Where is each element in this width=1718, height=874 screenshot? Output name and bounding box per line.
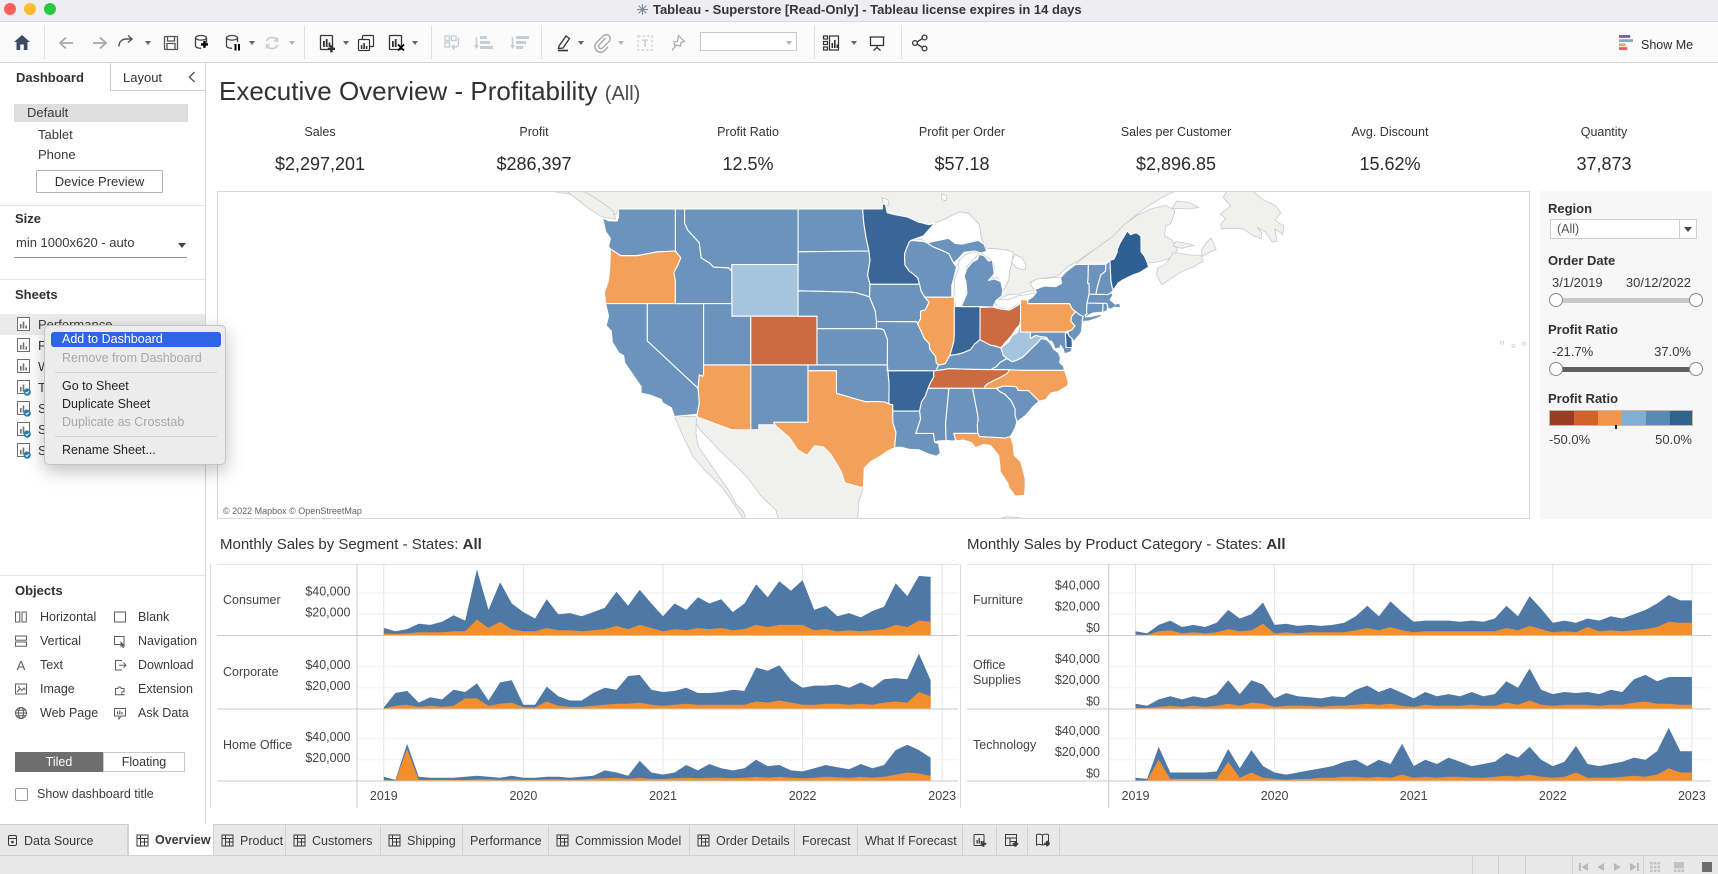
svg-text:$20,000: $20,000 xyxy=(305,679,350,693)
svg-text:$0: $0 xyxy=(1086,621,1100,635)
svg-text:Office: Office xyxy=(973,658,1005,672)
svg-text:2023: 2023 xyxy=(928,789,956,803)
svg-text:Supplies: Supplies xyxy=(973,673,1021,687)
svg-text:2020: 2020 xyxy=(509,789,537,803)
svg-text:Furniture: Furniture xyxy=(973,593,1023,607)
svg-text:$40,000: $40,000 xyxy=(1055,652,1100,666)
svg-text:$40,000: $40,000 xyxy=(305,658,350,672)
svg-text:$40,000: $40,000 xyxy=(305,584,350,598)
svg-text:$20,000: $20,000 xyxy=(305,606,350,620)
svg-text:2019: 2019 xyxy=(1122,789,1150,803)
svg-text:Corporate: Corporate xyxy=(223,665,279,679)
svg-text:2019: 2019 xyxy=(370,789,398,803)
svg-text:2021: 2021 xyxy=(649,789,677,803)
svg-text:2022: 2022 xyxy=(789,789,817,803)
svg-text:A: A xyxy=(17,658,26,672)
svg-text:$20,000: $20,000 xyxy=(1055,745,1100,759)
svg-text:2020: 2020 xyxy=(1261,789,1289,803)
svg-text:2021: 2021 xyxy=(1400,789,1428,803)
svg-text:T: T xyxy=(642,38,649,50)
svg-text:$40,000: $40,000 xyxy=(1055,578,1100,592)
svg-text:$0: $0 xyxy=(1086,767,1100,781)
svg-text:Consumer: Consumer xyxy=(223,593,281,607)
svg-text:$40,000: $40,000 xyxy=(1055,724,1100,738)
svg-text:$20,000: $20,000 xyxy=(305,751,350,765)
svg-text:$40,000: $40,000 xyxy=(305,730,350,744)
svg-text:$0: $0 xyxy=(1086,695,1100,709)
svg-text:2022: 2022 xyxy=(1539,789,1567,803)
svg-text:$20,000: $20,000 xyxy=(1055,600,1100,614)
svg-text:$20,000: $20,000 xyxy=(1055,673,1100,687)
svg-text:Technology: Technology xyxy=(973,738,1037,752)
svg-text:2023: 2023 xyxy=(1678,789,1706,803)
svg-text:Home Office: Home Office xyxy=(223,738,292,752)
